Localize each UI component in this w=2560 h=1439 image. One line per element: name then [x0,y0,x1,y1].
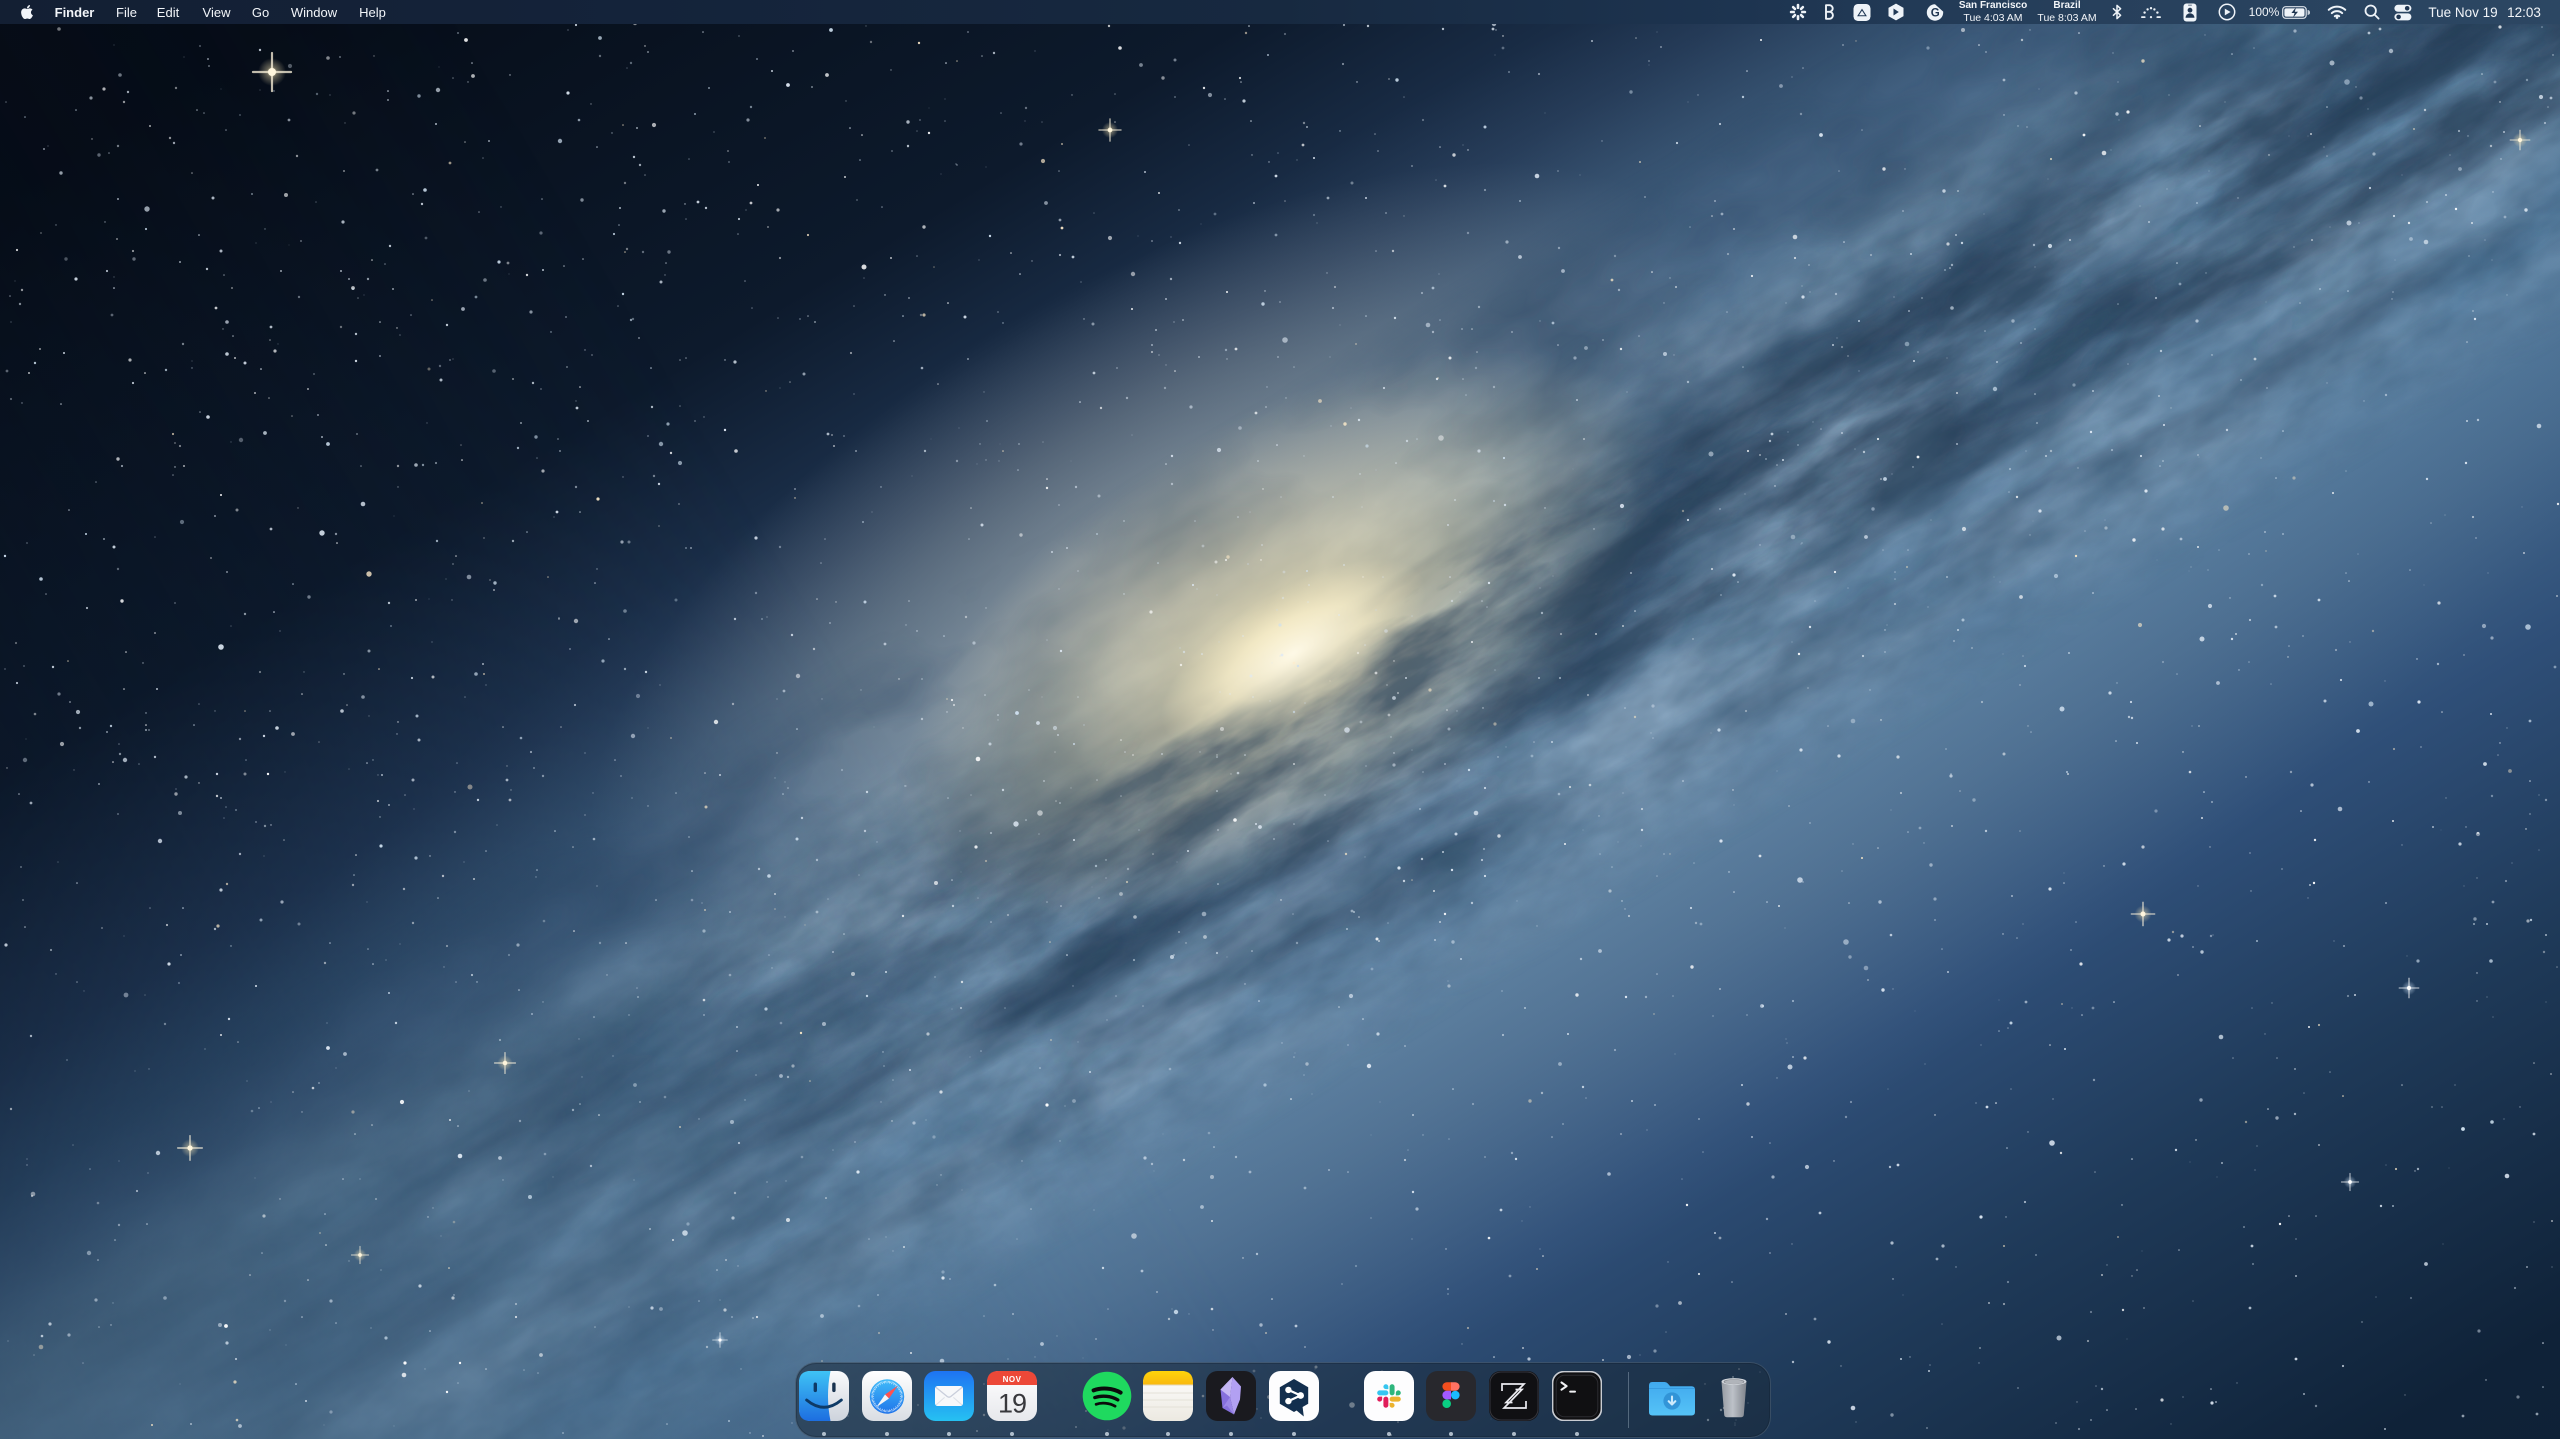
svg-text:19: 19 [998,1389,1026,1419]
svg-text:G: G [1931,7,1940,19]
svg-text:NOV: NOV [1002,1375,1021,1384]
